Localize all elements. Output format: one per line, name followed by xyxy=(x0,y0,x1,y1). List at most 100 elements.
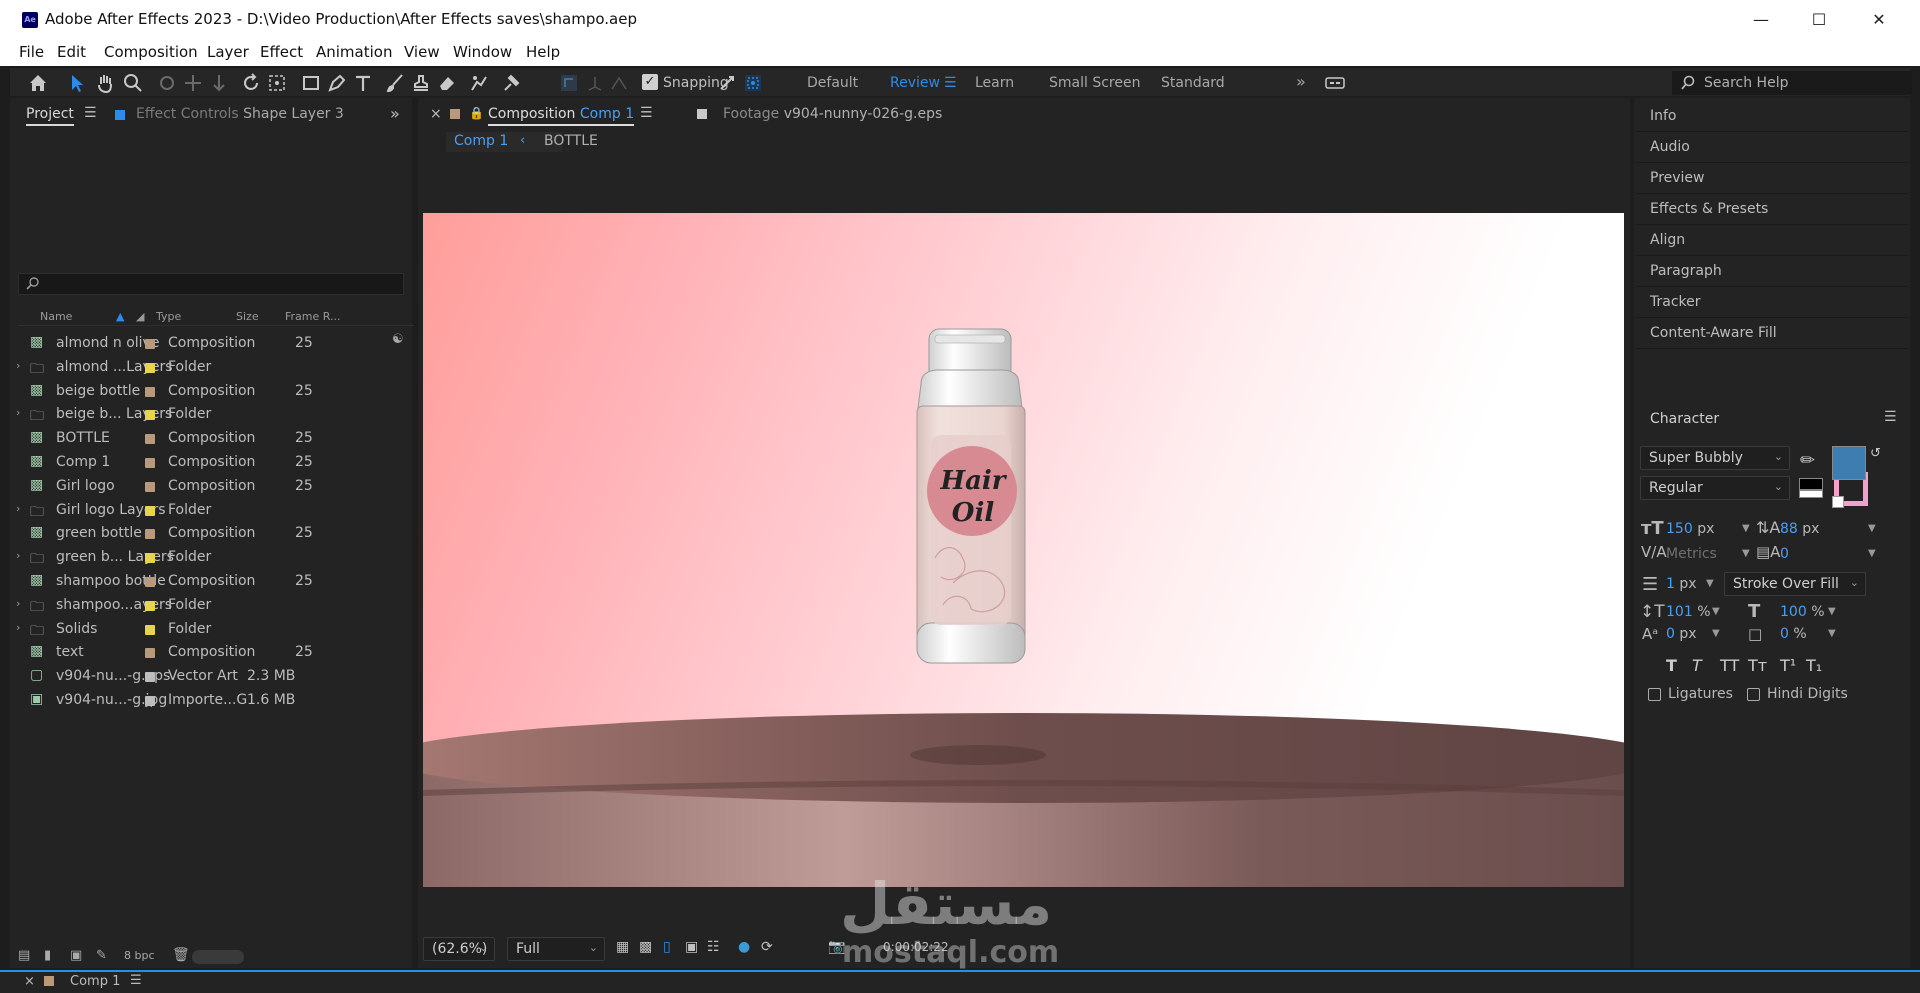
sync-settings-icon[interactable] xyxy=(1324,72,1346,94)
project-item-row[interactable]: › 🗀 shampoo...ayers Folder xyxy=(16,594,404,618)
column-size[interactable]: Size xyxy=(236,310,259,323)
eyedropper-icon[interactable]: ✏ xyxy=(1800,450,1815,471)
menu-window[interactable]: Window xyxy=(453,43,512,61)
expand-chevron-icon[interactable]: › xyxy=(16,359,20,372)
chevron-down-icon[interactable]: ▼ xyxy=(1868,548,1876,559)
label-color-swatch[interactable] xyxy=(145,577,155,587)
sort-ascending-icon[interactable]: ▲ xyxy=(116,310,124,323)
tab-composition-comp1[interactable]: Composition Comp 1 xyxy=(488,106,635,126)
column-frame-rate[interactable]: Frame R... xyxy=(285,310,341,323)
menu-file[interactable]: File xyxy=(19,43,44,61)
label-color-swatch[interactable] xyxy=(145,386,155,397)
hindi-digits-checkbox[interactable] xyxy=(1747,688,1760,701)
composition-viewer[interactable]: Hair Oil xyxy=(423,213,1624,887)
menu-layer[interactable]: Layer xyxy=(207,43,249,61)
leading-field[interactable]: 88 px xyxy=(1780,521,1819,537)
chevron-down-icon[interactable]: ▼ xyxy=(1706,578,1714,589)
tab-footage[interactable]: Footage v904-nunny-026-g.eps xyxy=(723,106,942,122)
bit-depth-button[interactable]: 8 bpc xyxy=(124,949,155,962)
vertical-scale-field[interactable]: 101 % xyxy=(1666,604,1711,620)
region-of-interest-icon[interactable]: ▣ xyxy=(685,939,698,955)
project-item-row[interactable]: ▩ shampoo bottle Composition 25 xyxy=(18,570,404,594)
expand-chevron-icon[interactable]: › xyxy=(16,406,20,419)
panel-item-audio[interactable]: Audio xyxy=(1650,139,1690,155)
subscript-icon[interactable]: T₁ xyxy=(1806,656,1822,675)
label-color-swatch[interactable] xyxy=(145,529,155,540)
eraser-tool-icon[interactable] xyxy=(436,72,458,94)
dolly-camera-tool-icon[interactable] xyxy=(208,72,230,94)
label-color-swatch[interactable] xyxy=(145,648,155,659)
world-axis-mode-icon[interactable] xyxy=(584,72,606,94)
label-color-swatch[interactable] xyxy=(145,481,155,492)
character-panel-title[interactable]: Character xyxy=(1650,411,1719,427)
project-item-row[interactable]: › 🗀 almond ...Layers Folder xyxy=(16,356,404,380)
stroke-width-field[interactable]: 1 px xyxy=(1666,576,1697,592)
tracking-field[interactable]: 0 xyxy=(1780,546,1789,562)
faux-italic-icon[interactable]: T xyxy=(1692,656,1702,675)
transparency-grid-icon[interactable]: ▩ xyxy=(639,939,652,955)
kerning-field[interactable]: Metrics xyxy=(1666,546,1717,562)
font-size-field[interactable]: 150 px xyxy=(1666,521,1714,537)
label-color-swatch[interactable] xyxy=(145,505,155,516)
zoom-dropdown[interactable]: (62.6%) ⌄ xyxy=(423,937,495,961)
new-folder-icon[interactable]: ▮ xyxy=(44,948,51,963)
font-family-dropdown[interactable]: Super Bubbly ⌄ xyxy=(1640,446,1790,470)
small-caps-icon[interactable]: Tᴛ xyxy=(1748,656,1767,675)
menu-view[interactable]: View xyxy=(404,43,440,61)
comp-panel-menu-icon[interactable]: ☰ xyxy=(640,105,653,121)
project-item-row[interactable]: ▢ v904-nu...-g.eps Vector Art 2.3 MB xyxy=(18,665,404,689)
resolution-dropdown[interactable]: Full ⌄ xyxy=(507,937,605,961)
chevron-down-icon[interactable]: ▼ xyxy=(1712,606,1720,617)
label-color-swatch[interactable] xyxy=(145,553,155,564)
workspace-default[interactable]: Default xyxy=(807,75,858,91)
menu-effect[interactable]: Effect xyxy=(260,43,303,61)
project-item-row[interactable]: ▩ almond n olive Composition 25 xyxy=(18,332,404,356)
trash-icon[interactable]: 🗑 xyxy=(172,947,190,963)
panel-item-content-aware-fill[interactable]: Content-Aware Fill xyxy=(1650,325,1777,341)
expand-chevron-icon[interactable]: › xyxy=(16,502,20,515)
project-item-row[interactable]: ▩ beige bottle Composition 25 xyxy=(18,380,404,404)
zoom-tool-icon[interactable] xyxy=(122,72,144,94)
horizontal-scale-field[interactable]: 100 % xyxy=(1780,604,1825,620)
chevron-down-icon[interactable]: ▼ xyxy=(1868,523,1876,534)
selection-tool-icon[interactable] xyxy=(66,72,88,94)
lock-icon[interactable]: 🔒 xyxy=(469,106,484,120)
color-management-icon[interactable]: ⟳ xyxy=(761,939,773,955)
timeline-menu-icon[interactable]: ☰ xyxy=(130,973,142,988)
project-panel-menu-icon[interactable]: ☰ xyxy=(84,105,97,121)
roto-brush-tool-icon[interactable] xyxy=(468,72,490,94)
swap-colors-icon[interactable]: ↺ xyxy=(1870,446,1881,461)
workspace-review[interactable]: Review xyxy=(890,75,940,91)
grid-guides-icon[interactable]: ☷ xyxy=(707,939,720,955)
new-composition-icon[interactable]: ▣ xyxy=(70,948,82,963)
rotation-tool-icon[interactable] xyxy=(240,72,262,94)
hand-tool-icon[interactable] xyxy=(94,72,116,94)
project-item-row[interactable]: ▣ v904-nu...-g.jpg Importe...G 1.6 MB xyxy=(18,689,404,713)
fast-previews-icon[interactable]: ▦ xyxy=(616,939,629,955)
project-item-row[interactable]: ▩ BOTTLE Composition 25 xyxy=(18,427,404,451)
label-color-swatch[interactable] xyxy=(145,672,155,683)
stroke-mode-dropdown[interactable]: Stroke Over Fill ⌄ xyxy=(1724,572,1866,596)
breadcrumb-bottle[interactable]: BOTTLE xyxy=(544,133,598,149)
project-settings-icon[interactable]: ✎ xyxy=(96,948,107,963)
mask-visibility-icon[interactable]: ▯ xyxy=(663,939,671,955)
panel-item-effects-presets[interactable]: Effects & Presets xyxy=(1650,201,1768,217)
breadcrumb-comp1[interactable]: Comp 1 xyxy=(454,133,508,149)
workspace-small-screen[interactable]: Small Screen xyxy=(1049,75,1140,91)
panel-item-info[interactable]: Info xyxy=(1650,108,1677,124)
black-swatch[interactable] xyxy=(1799,478,1823,490)
chevron-down-icon[interactable]: ▼ xyxy=(1828,606,1836,617)
menu-edit[interactable]: Edit xyxy=(57,43,86,61)
local-axis-mode-icon[interactable] xyxy=(558,72,580,94)
thumbnail-size-slider[interactable] xyxy=(192,950,244,964)
label-color-swatch[interactable] xyxy=(145,624,155,635)
menu-composition[interactable]: Composition xyxy=(104,43,198,61)
column-name[interactable]: Name xyxy=(40,310,72,323)
chevron-down-icon[interactable]: ▼ xyxy=(1712,628,1720,639)
menu-help[interactable]: Help xyxy=(526,43,560,61)
white-swatch[interactable] xyxy=(1799,490,1823,498)
label-color-swatch[interactable] xyxy=(145,362,155,373)
column-type[interactable]: Type xyxy=(156,310,181,323)
superscript-icon[interactable]: T¹ xyxy=(1780,656,1796,675)
interpret-footage-icon[interactable]: ▤ xyxy=(18,948,30,963)
